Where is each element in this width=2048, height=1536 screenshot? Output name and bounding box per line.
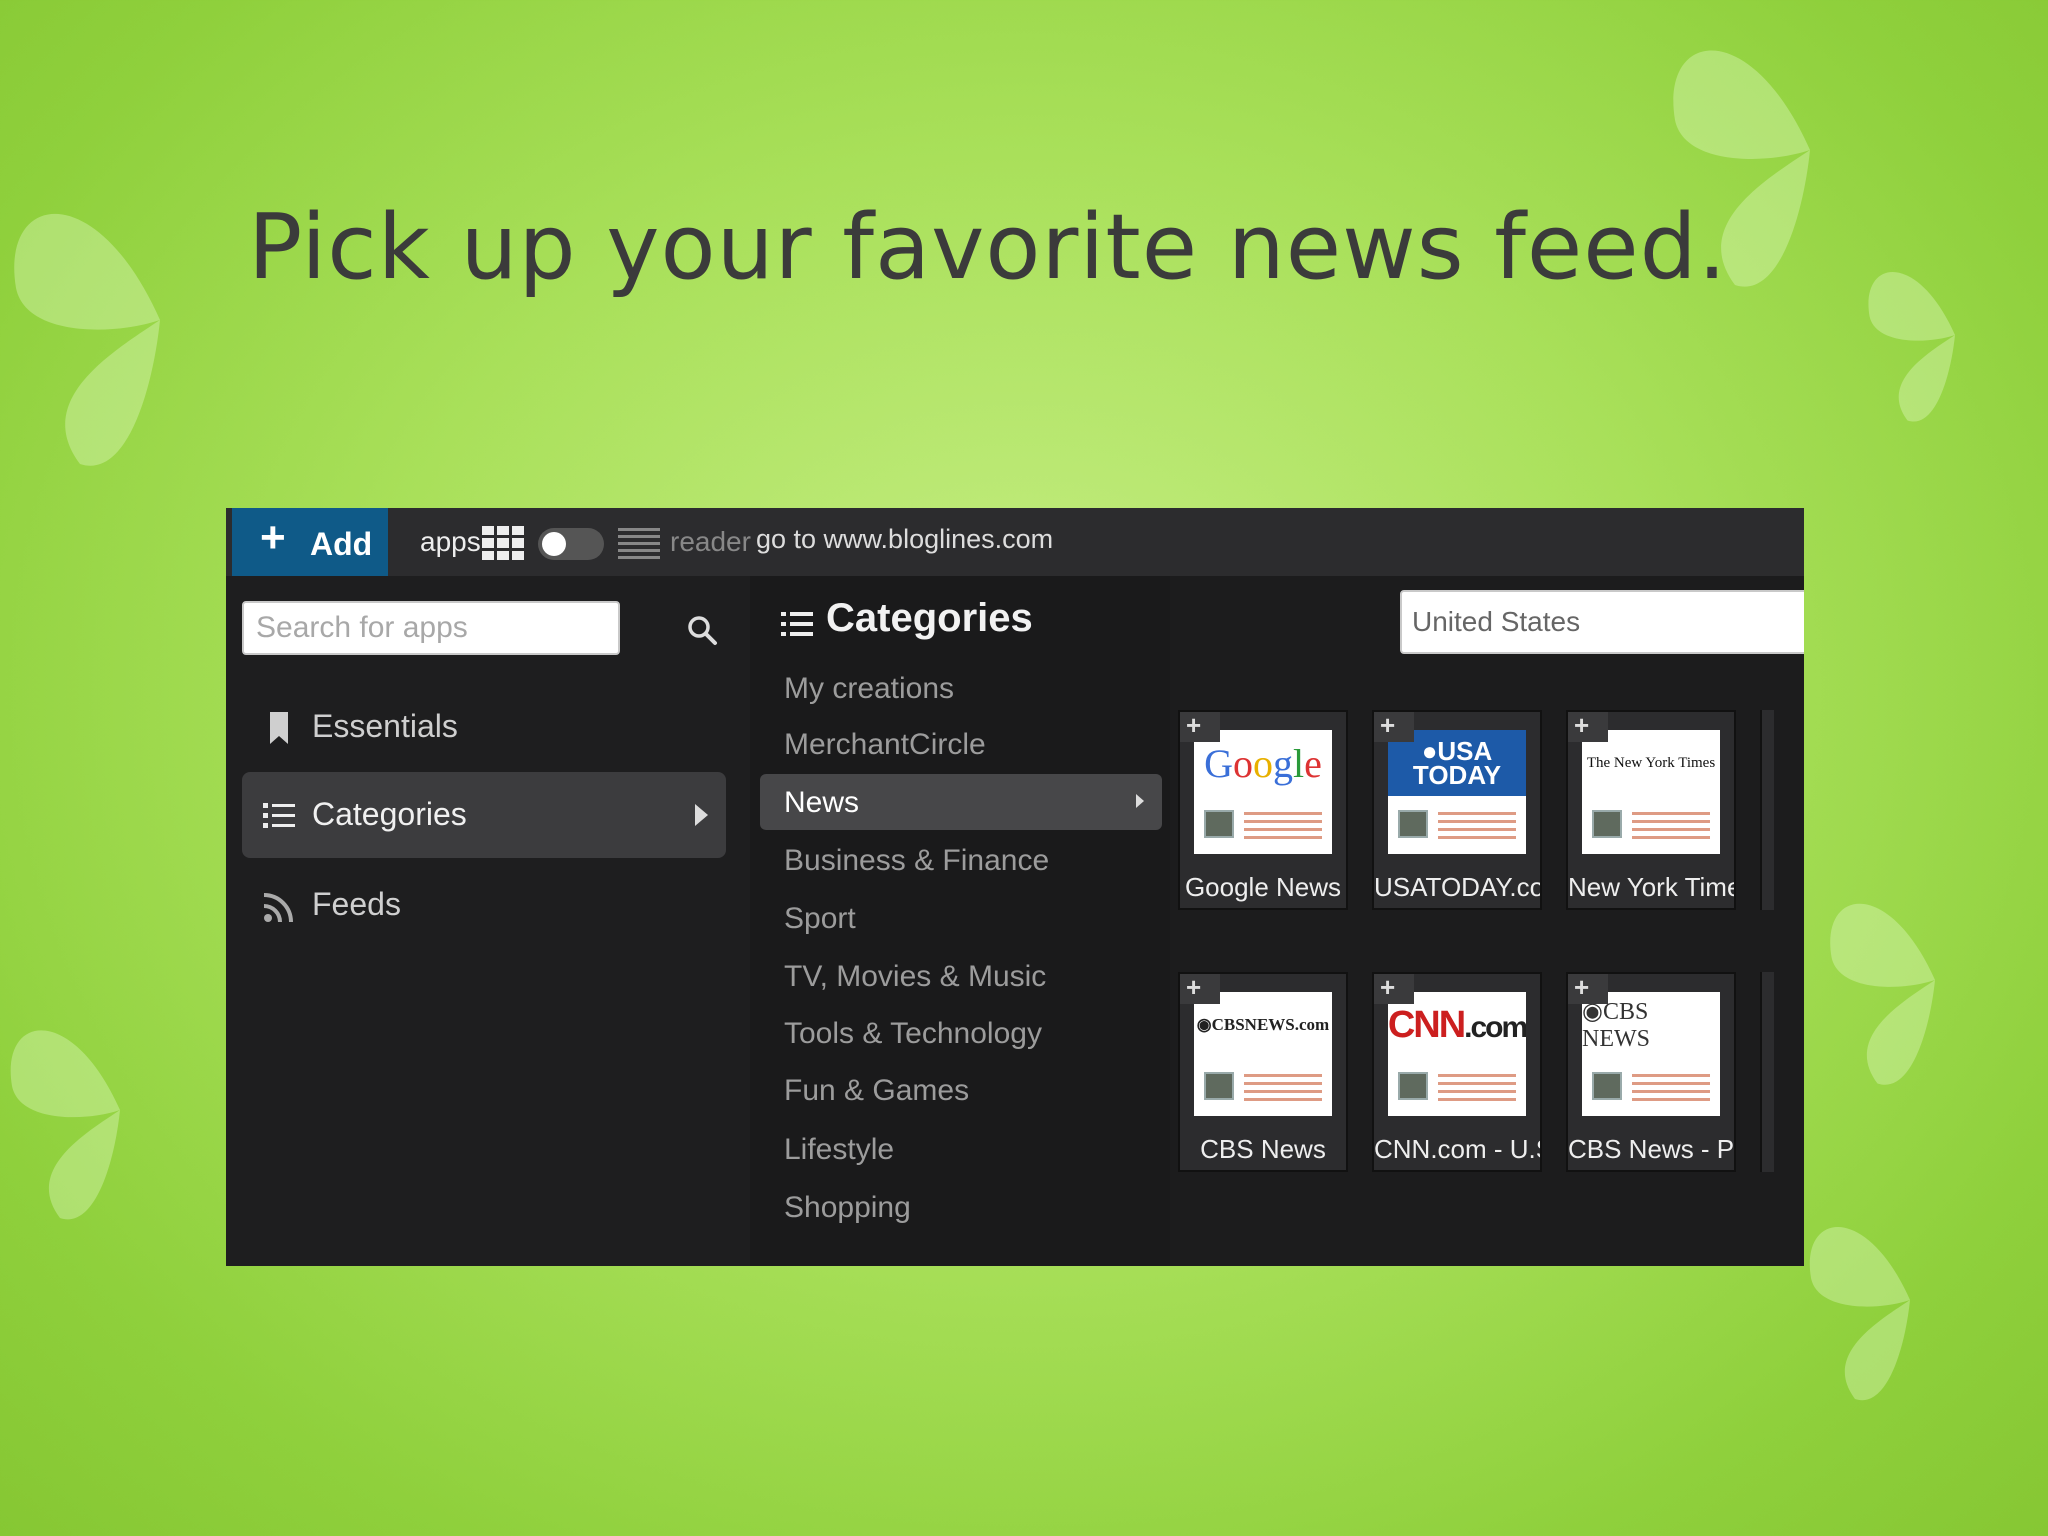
app-thumbnail: ◉CBS NEWS [1582, 992, 1720, 1116]
app-tile-label: CBS News - Pre [1568, 1134, 1734, 1164]
sidebar-item-categories[interactable]: Categories [242, 772, 726, 858]
bookmark-icon [270, 712, 288, 744]
left-sidebar: Essentials Categories Feeds [226, 576, 750, 1266]
app-tile-usatoday[interactable]: ●USA TODAY + USATODAY.coı [1372, 710, 1542, 910]
toggle-knob [542, 532, 566, 556]
app-tile-partial[interactable] [1760, 972, 1774, 1172]
search-icon[interactable] [686, 614, 718, 646]
category-label: News [784, 786, 860, 819]
category-label: Fun & Games [784, 1074, 970, 1107]
list-icon [781, 612, 813, 636]
app-tile-label: USATODAY.coı [1374, 872, 1540, 902]
chevron-right-icon [1136, 794, 1144, 808]
category-label: My creations [784, 672, 955, 705]
sidebar-item-label: Categories [312, 796, 467, 832]
add-app-icon[interactable]: + [1568, 712, 1608, 742]
category-sport[interactable]: Sport [760, 890, 1162, 946]
category-label: Business & Finance [784, 844, 1050, 877]
category-merchantcircle[interactable]: MerchantCircle [760, 716, 1162, 772]
app-thumbnail: CNN.com [1388, 992, 1526, 1116]
apps-panel: Google + Google News ●USATODAY + USATODA… [1170, 576, 1804, 1266]
apps-view-label[interactable]: apps [420, 526, 481, 558]
goto-link[interactable]: go to www.bloglines.com [756, 524, 1053, 555]
butterfly-decoration [1809, 1227, 1910, 1401]
category-tools-technology[interactable]: Tools & Technology [760, 1005, 1162, 1061]
chevron-right-icon [695, 804, 708, 826]
list-icon [263, 803, 295, 828]
top-toolbar: + Add apps reader go to www.bloglines.co… [226, 508, 1804, 576]
category-label: Lifestyle [784, 1133, 895, 1166]
add-app-icon[interactable]: + [1374, 974, 1414, 1004]
view-toggle[interactable] [538, 528, 604, 560]
app-thumbnail: The New York Times [1582, 730, 1720, 854]
app-thumbnail: Google [1194, 730, 1332, 854]
butterfly-decoration [1868, 272, 1955, 422]
app-tile-label: New York Time [1568, 872, 1734, 902]
category-label: TV, Movies & Music [784, 960, 1047, 993]
app-tile-label: Google News [1184, 872, 1342, 902]
category-news[interactable]: News [760, 774, 1162, 830]
app-tile-cnn[interactable]: CNN.com + CNN.com - U.S [1372, 972, 1542, 1172]
category-label: MerchantCircle [784, 728, 986, 761]
add-button[interactable]: + Add [232, 508, 388, 576]
app-tile-google-news[interactable]: Google + Google News [1178, 710, 1348, 910]
category-label: Sport [784, 902, 856, 935]
butterfly-decoration [10, 1030, 120, 1220]
category-shopping[interactable]: Shopping [760, 1179, 1162, 1235]
app-screenshot: + Add apps reader go to www.bloglines.co… [226, 508, 1804, 1266]
app-tile-cbs-news-pre[interactable]: ◉CBS NEWS + CBS News - Pre [1566, 972, 1736, 1172]
apps-grid-icon[interactable] [482, 526, 524, 560]
category-label: Tools & Technology [784, 1017, 1042, 1050]
reader-view-label[interactable]: reader [670, 526, 751, 558]
app-thumbnail: ●USA TODAY [1388, 730, 1526, 854]
category-fun-games[interactable]: Fun & Games [760, 1062, 1162, 1118]
category-lifestyle[interactable]: Lifestyle [760, 1121, 1162, 1177]
category-tv-movies-music[interactable]: TV, Movies & Music [760, 948, 1162, 1004]
plus-icon: + [260, 513, 286, 562]
sidebar-item-label: Feeds [312, 886, 401, 922]
categories-panel: Categories My creations MerchantCircle N… [750, 576, 1170, 1266]
add-button-label: Add [310, 526, 373, 562]
app-tile-cbs-news[interactable]: ◉CBSNEWS.com + CBS News [1178, 972, 1348, 1172]
slide-title: Pick up your favorite news feed. [248, 195, 1728, 300]
app-tile-partial[interactable] [1760, 710, 1774, 910]
app-tile-label: CBS News [1200, 1134, 1326, 1164]
app-tile-label: CNN.com - U.S [1374, 1134, 1540, 1164]
add-app-icon[interactable]: + [1568, 974, 1608, 1004]
sidebar-item-feeds[interactable]: Feeds [242, 862, 726, 948]
app-tile-nytimes[interactable]: The New York Times + New York Time [1566, 710, 1736, 910]
country-select[interactable] [1400, 590, 1804, 654]
add-app-icon[interactable]: + [1180, 712, 1220, 742]
category-my-creations[interactable]: My creations [760, 660, 1162, 716]
reader-lines-icon[interactable] [618, 528, 660, 560]
add-app-icon[interactable]: + [1374, 712, 1414, 742]
category-business-finance[interactable]: Business & Finance [760, 832, 1162, 888]
categories-header: Categories [826, 596, 1033, 640]
category-label: Shopping [784, 1191, 911, 1224]
add-app-icon[interactable]: + [1180, 974, 1220, 1004]
rss-icon [263, 893, 293, 923]
sidebar-item-label: Essentials [312, 708, 458, 744]
butterfly-decoration [1830, 903, 1935, 1085]
sidebar-item-essentials[interactable]: Essentials [242, 684, 726, 770]
search-input[interactable] [242, 601, 620, 655]
app-thumbnail: ◉CBSNEWS.com [1194, 992, 1332, 1116]
